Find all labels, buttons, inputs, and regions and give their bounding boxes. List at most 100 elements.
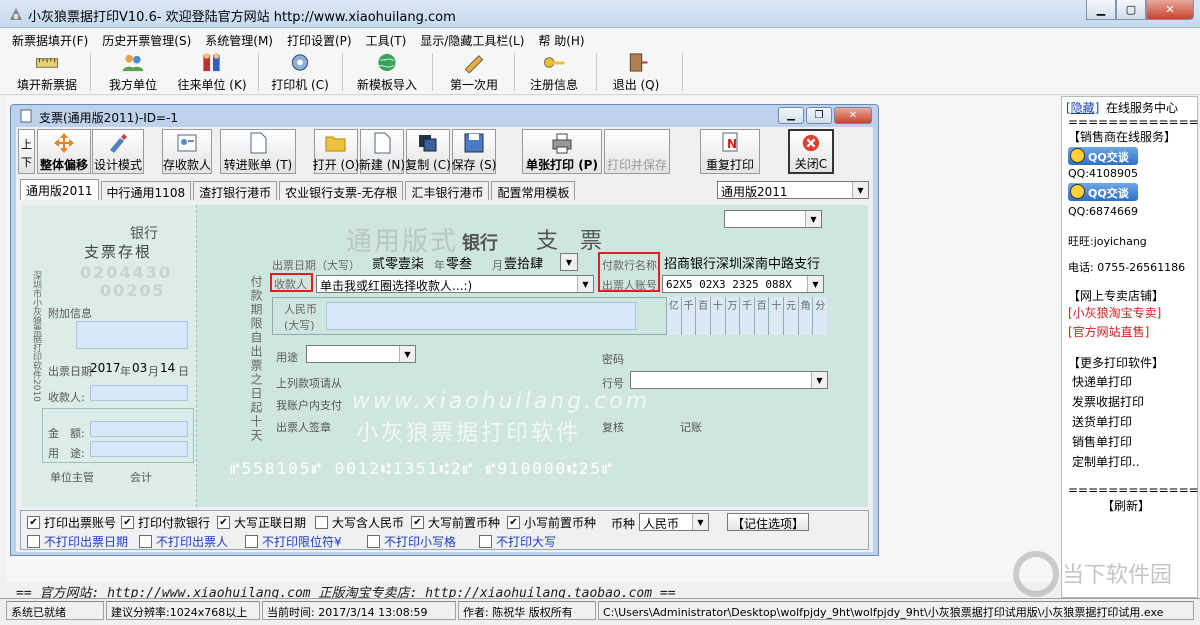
print-single-button[interactable]: 单张打印 (P) — [522, 129, 602, 174]
overall-offset-button[interactable]: 整体偏移 — [37, 129, 91, 174]
save-button[interactable]: 保存 (S) — [452, 129, 496, 174]
print-drawer-account-checkbox[interactable]: ✔ 打印出票账号 — [27, 514, 116, 531]
menu-history[interactable]: 历史开票管理(S) — [96, 29, 199, 49]
bank-number-select[interactable]: ▼ — [630, 371, 828, 389]
no-print-date-checkbox[interactable]: 不打印出票日期 — [27, 533, 128, 550]
no-print-drawer-checkbox[interactable]: 不打印出票人 — [139, 533, 228, 550]
tab-abc-no-stub[interactable]: 农业银行支票-无存根 — [279, 181, 404, 200]
template-tabs: 通用版2011 中行通用1108 渣打银行港币 农业银行支票-无存根 汇丰银行港… — [20, 179, 577, 201]
cheque-window: 支票(通用版2011)-ID=-1 ▁ ❐ ✕ 上 下 整体偏移 设计模式 存收… — [10, 104, 879, 556]
drawer-account-select[interactable]: 62X5 02X3 2325 088X ▼ — [662, 275, 824, 293]
amount-caps-field[interactable] — [326, 302, 636, 330]
child-minimize-button[interactable]: ▁ — [778, 107, 804, 124]
more-software-link[interactable]: 定制单打印.. — [1072, 453, 1140, 470]
design-mode-button[interactable]: 设计模式 — [92, 129, 144, 174]
tab-common-templates[interactable]: 配置常用模板 — [491, 181, 576, 200]
close-button[interactable]: ✕ — [1146, 0, 1194, 20]
stub-month: 03 — [132, 361, 148, 375]
qq-chat-button-2[interactable]: QQ交谈 — [1068, 183, 1138, 201]
printer-icon — [552, 133, 572, 154]
status-author: 作者: 陈祝华 版权所有 — [458, 601, 596, 620]
date-year-caps[interactable]: 贰零壹柒 — [372, 253, 424, 272]
tab-generic-2011[interactable]: 通用版2011 — [20, 179, 99, 200]
save-payee-button[interactable]: 存收款人 — [162, 129, 212, 174]
bank-select[interactable]: ▼ — [724, 210, 822, 228]
currency-select[interactable]: 人民币 ▼ — [639, 513, 709, 531]
transfer-slip-button[interactable]: 转进账单 (T) — [220, 129, 296, 174]
status-path: C:\Users\Administrator\Desktop\wolfpjdy_… — [598, 601, 1194, 620]
exit-door-icon — [629, 53, 648, 72]
caps-currency-prefix-checkbox[interactable]: ✔ 大写前置币种 — [411, 514, 500, 531]
template-import-button[interactable]: 新模板导入 — [354, 51, 420, 93]
payee-select[interactable]: 单击我或红圈选择收款人...:) ▼ — [316, 275, 594, 293]
no-print-limit-symbol-checkbox[interactable]: 不打印限位符¥ — [245, 533, 342, 550]
first-use-button[interactable]: 第一次用 — [446, 51, 502, 93]
maximize-button[interactable]: ▢ — [1116, 0, 1146, 20]
stub-payee-field[interactable] — [90, 385, 188, 401]
usage-select[interactable]: ▼ — [306, 345, 416, 363]
new-bill-button[interactable]: 填开新票据 — [14, 51, 80, 93]
child-title-bar: 支票(通用版2011)-ID=-1 ▁ ❐ ✕ — [11, 105, 878, 127]
cheque-canvas: 银行 支票存根 0204430 00205 深圳市小灰狼票据打印软件2010 附… — [22, 205, 868, 507]
child-restore-button[interactable]: ❐ — [806, 107, 832, 124]
toolbar-separator — [514, 53, 515, 91]
more-software-link[interactable]: 送货单打印 — [1072, 413, 1132, 430]
main-toolbar: 填开新票据 我方单位 往来单位 (K) 打印机 (C) 新模板导入 第一次用 注… — [0, 49, 1200, 95]
tab-standard-chartered-hkd[interactable]: 渣打银行港币 — [193, 181, 278, 200]
tab-boc-1108[interactable]: 中行通用1108 — [100, 181, 192, 200]
caps-include-rmb-checkbox[interactable]: 大写含人民币 — [315, 514, 404, 531]
taobao-shop-link[interactable]: [小灰狼淘宝专卖] — [1068, 304, 1161, 321]
chevron-down-icon: ▼ — [805, 211, 821, 227]
stub-extra-field[interactable] — [76, 321, 188, 349]
print-options-panel: ✔ 打印出票账号 ✔ 打印付款银行 ✔ 大写正联日期 大写含人民币 ✔ 大写前置币种 ✔… — [20, 510, 869, 550]
remember-options-button[interactable]: 【记住选项】 — [727, 513, 810, 531]
date-month-caps[interactable]: 零叁 — [446, 253, 472, 272]
more-software-link[interactable]: 发票收据打印 — [1072, 393, 1144, 410]
minimize-button[interactable]: ▁ — [1086, 0, 1116, 20]
copy-button[interactable]: 复制 (C) — [405, 129, 451, 174]
payer-bank-name[interactable]: 招商银行深圳深南中路支行 — [664, 253, 820, 272]
menu-new-bill[interactable]: 新票据填开(F) — [6, 29, 96, 49]
child-close-button[interactable]: ✕ — [834, 107, 872, 124]
official-site-link[interactable]: [官方网站直售] — [1068, 323, 1149, 340]
shift-up-down-button[interactable]: 上 下 — [18, 129, 35, 174]
stub-day: 14 — [160, 361, 176, 375]
tab-hsbc-hkd[interactable]: 汇丰银行港币 — [405, 181, 490, 200]
chevron-down-icon: ▼ — [399, 346, 415, 362]
hide-sidebar-link[interactable]: [隐藏] — [1066, 99, 1099, 116]
print-and-save-button[interactable]: 打印并保存 — [604, 129, 670, 174]
date-picker-button[interactable]: ▼ — [560, 253, 578, 271]
our-company-button[interactable]: 我方单位 — [106, 51, 160, 93]
menu-help[interactable]: 帮 助(H) — [532, 29, 592, 49]
reprint-button[interactable]: N 重复打印 — [700, 129, 760, 174]
more-software-link[interactable]: 销售单打印 — [1072, 433, 1132, 450]
menu-system[interactable]: 系统管理(M) — [199, 29, 281, 49]
online-service-sidebar: [隐藏] 在线服务中心 ================ 【销售商在线服务】 Q… — [1061, 96, 1200, 598]
menu-toggle-toolbar[interactable]: 显示/隐藏工具栏(L) — [414, 29, 532, 49]
menu-tools[interactable]: 工具(T) — [360, 29, 415, 49]
no-print-caps-checkbox[interactable]: 不打印大写 — [479, 533, 556, 550]
status-ready: 系统已就绪 — [6, 601, 104, 620]
close-icon — [802, 134, 820, 152]
partner-company-button[interactable]: 往来单位 (K) — [176, 51, 248, 93]
template-select[interactable]: 通用版2011 ▼ — [717, 181, 869, 199]
print-payer-bank-checkbox[interactable]: ✔ 打印付款银行 — [121, 514, 210, 531]
small-currency-prefix-checkbox[interactable]: ✔ 小写前置币种 — [507, 514, 596, 531]
exit-button[interactable]: 退出 (Q) — [608, 51, 664, 93]
registration-button[interactable]: 注册信息 — [526, 51, 582, 93]
new-button[interactable]: 新建 (N) — [359, 129, 405, 174]
qq-chat-button-1[interactable]: QQ交谈 — [1068, 147, 1138, 165]
site-watermark-logo: 当下软件园 — [1013, 551, 1172, 597]
stub-amount-field[interactable] — [90, 421, 188, 437]
printer-button[interactable]: 打印机 (C) — [270, 51, 330, 93]
refresh-link[interactable]: 【刷新】 — [1102, 497, 1150, 514]
more-software-link[interactable]: 快递单打印 — [1072, 373, 1132, 390]
menu-print-settings[interactable]: 打印设置(P) — [281, 29, 360, 49]
window-title: 小灰狼票据打印V10.6- 欢迎登陆官方网站 http://www.xiaohu… — [28, 10, 456, 25]
date-day-caps[interactable]: 壹拾肆 — [504, 253, 543, 272]
open-button[interactable]: 打开 (O) — [313, 129, 359, 174]
stub-usage-field[interactable] — [90, 441, 188, 457]
caps-date-checkbox[interactable]: ✔ 大写正联日期 — [217, 514, 306, 531]
no-print-small-grid-checkbox[interactable]: 不打印小写格 — [367, 533, 456, 550]
close-form-button[interactable]: 关闭C — [788, 129, 834, 174]
